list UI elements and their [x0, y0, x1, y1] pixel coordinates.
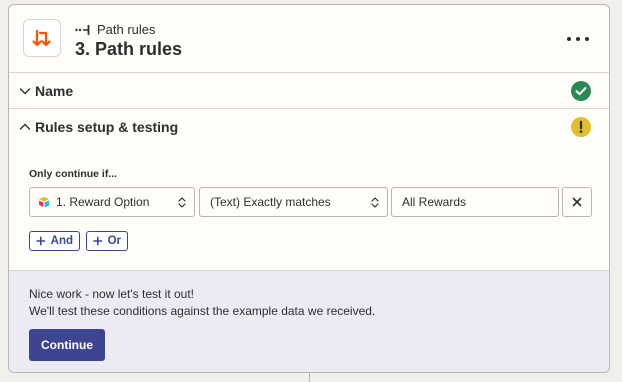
remove-rule-button[interactable] [562, 187, 592, 217]
step-subtitle: Path rules [75, 22, 156, 37]
and-button-label: And [50, 235, 73, 247]
section-rules-toggle[interactable]: Rules setup & testing [9, 109, 609, 145]
plus-icon [93, 236, 103, 246]
close-icon [572, 197, 582, 207]
updown-chevron-icon [178, 197, 186, 208]
path-arrows-icon [23, 19, 61, 57]
more-icon-dot [585, 37, 589, 41]
check-circle-icon [571, 81, 591, 101]
rule-value-text: All Rewards [402, 195, 467, 209]
section-name-label: Name [35, 83, 74, 99]
step-title: 3. Path rules [75, 39, 183, 59]
rule-operator-select[interactable]: (Text) Exactly matches [199, 187, 388, 217]
plus-icon [36, 236, 46, 246]
rule-operator-value: (Text) Exactly matches [210, 195, 331, 209]
section-name-toggle[interactable]: Name [9, 73, 609, 109]
test-description: We'll test these conditions against the … [29, 304, 376, 318]
airtable-app-icon [39, 197, 49, 208]
connector-line [309, 373, 310, 382]
section-rules-label: Rules setup & testing [35, 119, 179, 135]
test-panel: Nice work - now let's test it out! We'll… [9, 270, 609, 372]
chevron-up-icon [19, 123, 31, 130]
warning-circle-icon [571, 117, 591, 137]
step-subtitle-text: Path rules [97, 22, 156, 37]
test-title: Nice work - now let's test it out! [29, 287, 195, 301]
rule-field-select[interactable]: 1. Reward Option [29, 187, 195, 217]
rule-field-value: 1. Reward Option [56, 195, 150, 209]
updown-chevron-icon [371, 197, 379, 208]
path-rules-card: Path rules 3. Path rules Name Rules setu… [8, 4, 610, 373]
step-header: Path rules 3. Path rules [9, 5, 609, 73]
path-glyph-icon [75, 24, 90, 35]
more-options-button[interactable] [567, 33, 589, 45]
only-continue-label: Only continue if... [29, 168, 118, 180]
add-and-condition-button[interactable]: And [29, 231, 80, 251]
rule-value-input[interactable]: All Rewards [391, 187, 559, 217]
chevron-down-icon [19, 88, 31, 95]
continue-button[interactable]: Continue [29, 329, 105, 361]
or-button-label: Or [107, 235, 121, 247]
add-or-condition-button[interactable]: Or [86, 231, 128, 251]
more-icon-dot [576, 37, 580, 41]
more-icon-dot [567, 37, 571, 41]
